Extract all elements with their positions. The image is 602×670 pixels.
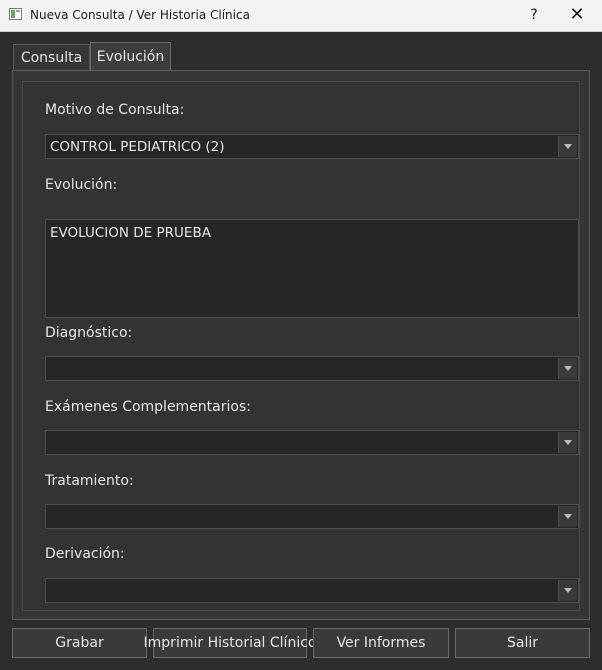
- diagnostico-dropdown-button[interactable]: [558, 358, 577, 379]
- chevron-down-icon: [564, 514, 572, 519]
- derivacion-combo[interactable]: [45, 578, 579, 603]
- tab-consulta[interactable]: Consulta: [13, 44, 90, 70]
- tratamiento-combo[interactable]: [45, 504, 579, 529]
- evolucion-textarea[interactable]: EVOLUCION DE PRUEBA: [45, 219, 579, 318]
- grabar-button[interactable]: Grabar: [12, 628, 147, 658]
- evolucion-label: Evolución:: [45, 177, 118, 193]
- tab-evolucion[interactable]: Evolución: [90, 42, 171, 71]
- close-button[interactable]: ✕: [566, 4, 588, 26]
- examenes-label: Exámenes Complementarios:: [45, 399, 251, 415]
- salir-button[interactable]: Salir: [455, 628, 590, 658]
- ver-informes-button[interactable]: Ver Informes: [313, 628, 449, 658]
- help-button[interactable]: ?: [524, 4, 544, 26]
- tratamiento-dropdown-button[interactable]: [558, 506, 577, 527]
- tab-pane-evolucion: Motivo de Consulta: CONTROL PEDIATRICO (…: [12, 70, 590, 620]
- diagnostico-label: Diagnóstico:: [45, 325, 133, 341]
- chevron-down-icon: [564, 366, 572, 371]
- chevron-down-icon: [564, 144, 572, 149]
- motivo-combo[interactable]: CONTROL PEDIATRICO (2): [45, 134, 579, 159]
- examenes-combo[interactable]: [45, 430, 579, 455]
- form-panel: Motivo de Consulta: CONTROL PEDIATRICO (…: [22, 81, 580, 611]
- evolucion-value: EVOLUCION DE PRUEBA: [50, 225, 211, 241]
- chevron-down-icon: [564, 440, 572, 445]
- derivacion-label: Derivación:: [45, 546, 125, 562]
- diagnostico-combo[interactable]: [45, 356, 579, 381]
- chevron-down-icon: [564, 588, 572, 593]
- motivo-label: Motivo de Consulta:: [45, 102, 185, 118]
- motivo-value: CONTROL PEDIATRICO (2): [50, 139, 225, 155]
- imprimir-historial-button[interactable]: Imprimir Historial Clínico: [144, 628, 316, 658]
- tratamiento-label: Tratamiento:: [45, 473, 134, 489]
- app-icon: [9, 8, 22, 20]
- title-bar: Nueva Consulta / Ver Historia Clínica ? …: [0, 0, 602, 32]
- motivo-dropdown-button[interactable]: [558, 136, 577, 157]
- examenes-dropdown-button[interactable]: [558, 432, 577, 453]
- window-title: Nueva Consulta / Ver Historia Clínica: [30, 8, 250, 22]
- derivacion-dropdown-button[interactable]: [558, 580, 577, 601]
